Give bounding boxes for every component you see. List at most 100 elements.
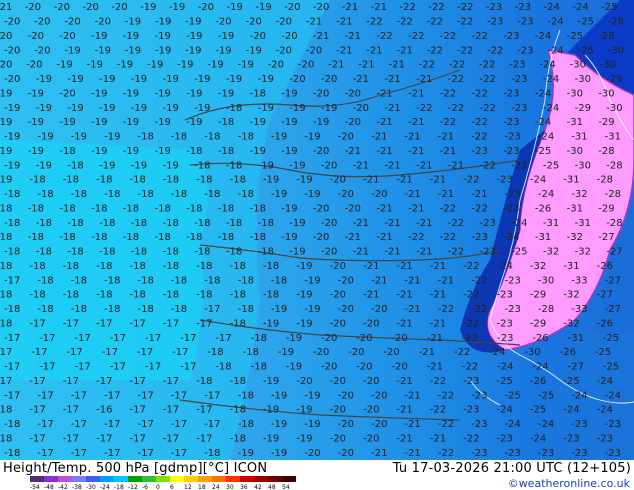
temperature-label: -22: [440, 203, 456, 214]
temperature-label: -18: [186, 232, 202, 243]
temperature-label: -18: [163, 175, 179, 186]
temperature-label: -20: [371, 304, 387, 315]
temperature-label: -19: [36, 160, 52, 171]
temperature-label: -21: [0, 2, 12, 13]
temperature-label: -20: [313, 203, 329, 214]
scale-swatch: [44, 476, 58, 482]
temperature-label: -25: [563, 376, 579, 387]
temperature-label: -19: [125, 45, 141, 56]
temperature-label: -19: [59, 117, 75, 128]
temperature-label: -22: [462, 333, 478, 344]
temperature-label: -18: [226, 103, 242, 114]
temperature-label: -16: [96, 405, 112, 416]
temperature-label: -21: [416, 218, 432, 229]
temperature-label: -18: [104, 275, 120, 286]
temperature-label: -19: [304, 132, 320, 143]
temperature-label: -21: [345, 232, 361, 243]
temperature-label: -19: [147, 60, 163, 71]
temperature-label: -31: [543, 218, 559, 229]
temperature-label: -20: [26, 60, 42, 71]
temperature-label: -19: [0, 117, 12, 128]
temperature-label: -19: [271, 304, 287, 315]
temperature-label: -17: [96, 318, 112, 329]
temperature-label: -20: [330, 290, 346, 301]
scale-tick-label: 42: [254, 484, 262, 490]
scale-swatch: [100, 476, 114, 482]
temperature-label: -19: [71, 132, 87, 143]
temperature-label: -18: [59, 146, 75, 157]
temperature-label: -17: [138, 390, 154, 401]
temperature-label: -21: [408, 88, 424, 99]
scale-tick-label: 12: [184, 484, 192, 490]
temperature-label: -21: [376, 117, 392, 128]
temperature-label: -23: [480, 218, 496, 229]
temperature-label: -20: [371, 189, 387, 200]
temperature-label: -21: [430, 261, 446, 272]
temperature-label: -19: [155, 146, 171, 157]
scale-tick-label: -38: [72, 484, 82, 490]
temperature-label: -19: [246, 45, 262, 56]
temperature-label: -19: [67, 103, 83, 114]
temperature-label: -18: [138, 132, 154, 143]
temperature-label: -24: [543, 74, 559, 85]
temperature-label: -17: [4, 333, 20, 344]
temperature-label: -22: [480, 103, 496, 114]
temperature-label: -21: [396, 261, 412, 272]
temperature-label: -18: [0, 261, 12, 272]
temperature-label: -32: [571, 189, 587, 200]
temperature-label: -23: [511, 74, 527, 85]
temperature-label: -25: [603, 333, 619, 344]
temperature-label: -18: [96, 175, 112, 186]
temperature-label: -20: [28, 31, 44, 42]
temperature-label: -18: [238, 419, 254, 430]
temperature-label: -21: [345, 146, 361, 157]
temperature-label: -21: [384, 218, 400, 229]
temperature-label: -25: [603, 362, 619, 373]
temperature-label: -17: [163, 405, 179, 416]
temperature-label: -18: [230, 175, 246, 186]
temperature-label: -23: [497, 290, 513, 301]
temperature-label: -31: [568, 333, 584, 344]
temperature-label: -18: [238, 304, 254, 315]
map-title: Height/Temp. 500 hPa [gdmp][°C] ICON: [3, 461, 268, 476]
temperature-label: -20: [348, 347, 364, 358]
scale-tick-label: 24: [212, 484, 220, 490]
temperature-label: -18: [91, 203, 107, 214]
temperature-label: -23: [511, 160, 527, 171]
temperature-label: -19: [296, 318, 312, 329]
temperature-label: -17: [180, 333, 196, 344]
temperature-label: -20: [321, 333, 337, 344]
temperature-label: -19: [163, 103, 179, 114]
temperature-label: -19: [95, 45, 111, 56]
scale-tick-label: 6: [170, 484, 174, 490]
temperature-label: -22: [438, 390, 454, 401]
scale-tick-label: -48: [44, 484, 54, 490]
scale-swatch: [282, 476, 296, 482]
temperature-label: -28: [606, 160, 622, 171]
temperature-label: -18: [251, 333, 267, 344]
temperature-label: -26: [532, 333, 548, 344]
temperature-label: -20: [95, 17, 111, 28]
temperature-label: -22: [448, 103, 464, 114]
temperature-label: -18: [230, 405, 246, 416]
temperature-label: -19: [155, 88, 171, 99]
temperature-label: -23: [497, 433, 513, 444]
temperature-label: -26: [597, 318, 613, 329]
temperature-label: -22: [427, 45, 443, 56]
scale-tick-label: 0: [156, 484, 160, 490]
temperature-label: -30: [524, 347, 540, 358]
temperature-label: -22: [440, 232, 456, 243]
temperature-label: -19: [271, 132, 287, 143]
temperature-label: -21: [342, 2, 358, 13]
temperature-label: -19: [4, 103, 20, 114]
temperature-label: -18: [171, 275, 187, 286]
temperature-label: -18: [104, 189, 120, 200]
temperature-label: -20: [284, 2, 300, 13]
temperature-label: -24: [547, 45, 563, 56]
temperature-label: -21: [396, 318, 412, 329]
temperature-label: -21: [376, 203, 392, 214]
scale-swatch: [128, 476, 142, 482]
temperature-label: -20: [330, 261, 346, 272]
valid-time: Tu 17-03-2026 21:00 UTC (12+105): [392, 461, 631, 476]
temperature-label: -29: [530, 290, 546, 301]
